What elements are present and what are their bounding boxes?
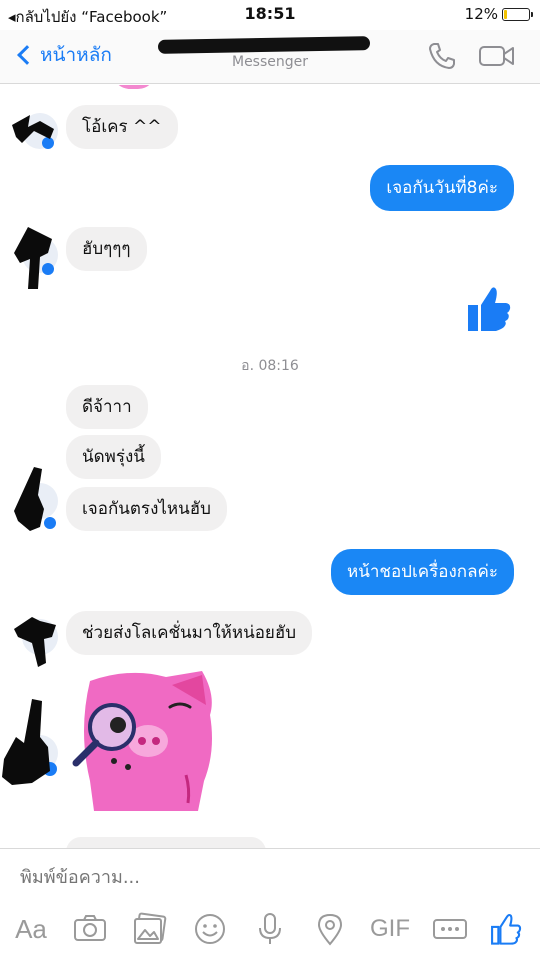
incoming-message[interactable]: โอ้เคร ^^ (66, 105, 178, 149)
battery-indicator: 12% (464, 5, 533, 23)
outgoing-message[interactable]: หน้าชอปเครื่องกลค่ะ (331, 549, 514, 595)
battery-icon (502, 7, 533, 21)
emoji-icon[interactable] (192, 911, 228, 947)
message-list[interactable]: โอ้เคร ^^ เจอกันวันที่8ค่ะ ฮับๆๆๆ อ. 08:… (0, 85, 540, 848)
camera-icon[interactable] (72, 911, 108, 947)
text-format-button[interactable]: Aa (10, 911, 52, 947)
timestamp-divider: อ. 08:16 (241, 358, 299, 374)
like-thumb-icon[interactable] (490, 911, 522, 947)
incoming-message[interactable]: ดีจ้าาา (66, 385, 148, 429)
gif-button[interactable]: GIF (366, 911, 414, 947)
location-pin-icon[interactable] (312, 911, 348, 947)
redacted-contact-name[interactable] (157, 36, 371, 54)
message-input[interactable] (20, 867, 500, 888)
partially-visible-message[interactable] (66, 837, 266, 848)
header-subtitle: Messenger (231, 54, 309, 70)
outgoing-message[interactable]: เจอกันวันที่8ค่ะ (370, 165, 514, 211)
status-bar: ◂กลับไปยัง “Facebook” 18:51 12% (0, 0, 540, 30)
incoming-message[interactable]: เจอกันตรงไหนฮับ (66, 487, 227, 531)
incoming-message[interactable]: ฮับๆๆๆ (66, 227, 147, 271)
video-camera-icon[interactable] (478, 42, 516, 70)
incoming-message[interactable]: ช่วยส่งโลเคชั่นมาให้หน่อยฮับ (66, 611, 313, 655)
search-pig-sticker[interactable] (70, 671, 230, 811)
previous-sticker-fragment (112, 85, 156, 89)
contact-avatar[interactable] (10, 223, 60, 293)
battery-percent: 12% (464, 5, 498, 23)
like-thumb-icon[interactable] (466, 285, 512, 333)
phone-icon[interactable] (426, 40, 458, 72)
microphone-icon[interactable] (252, 911, 288, 947)
contact-avatar[interactable] (10, 103, 60, 153)
message-composer: Aa GIF (0, 848, 540, 960)
contact-avatar[interactable] (10, 465, 60, 535)
contact-avatar[interactable] (10, 603, 60, 673)
contact-avatar[interactable] (2, 697, 60, 787)
conversation-header: หน้าหลัก Messenger (0, 30, 540, 84)
status-time: 18:51 (244, 4, 296, 23)
composer-toolbar: Aa GIF (0, 911, 540, 951)
incoming-message[interactable]: นัดพรุ่งนี้ (66, 435, 161, 479)
gallery-icon[interactable] (132, 911, 168, 947)
battery-fill (504, 9, 507, 19)
more-icon[interactable] (432, 911, 468, 947)
